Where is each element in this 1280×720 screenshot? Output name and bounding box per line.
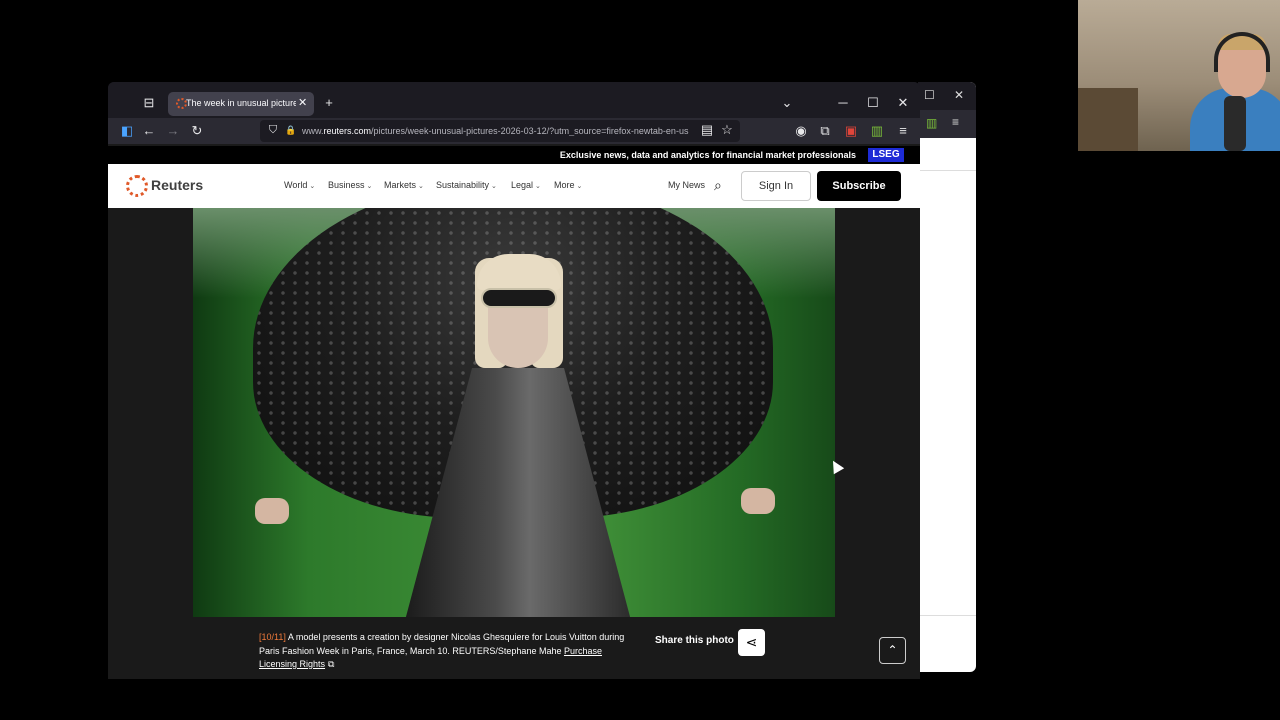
reload-icon[interactable]: ↻ <box>188 123 206 141</box>
tab-groups-icon[interactable]: ⊟ <box>140 95 158 113</box>
background-toolbar: ▥ ≡ <box>918 110 976 138</box>
webcam-overlay <box>1078 0 1280 151</box>
divider <box>918 615 976 616</box>
back-icon[interactable]: ← <box>140 123 158 141</box>
bookmark-star-icon[interactable]: ☆ <box>718 122 736 140</box>
list-tabs-icon[interactable]: ⌄ <box>778 95 796 113</box>
background-titlebar: ☐ ✕ <box>918 82 976 110</box>
nav-world[interactable]: World ⌄ <box>284 180 315 190</box>
caption-index: [10/11] <box>259 632 286 642</box>
gallery-photo[interactable] <box>193 208 835 617</box>
divider <box>918 170 976 171</box>
extensions-icon[interactable]: ⧉ <box>816 123 834 141</box>
tab-title: The week in unusual pictures - R <box>186 98 296 108</box>
lock-icon[interactable]: 🔒 <box>282 122 300 140</box>
nav-markets[interactable]: Markets ⌄ <box>384 180 424 190</box>
photo-hand <box>255 498 289 524</box>
close-icon[interactable]: ✕ <box>954 88 964 102</box>
nav-label: Markets <box>384 180 417 190</box>
lseg-logo[interactable]: LSEG <box>868 148 904 162</box>
share-button[interactable]: ⋖ <box>738 629 765 656</box>
chevron-down-icon: ⌄ <box>535 183 541 190</box>
tab-active[interactable]: The week in unusual pictures - R ✕ <box>168 92 314 116</box>
forward-icon[interactable]: → <box>164 123 182 141</box>
site-logo[interactable]: Reuters <box>151 177 203 193</box>
close-window-icon[interactable]: ✕ <box>894 95 912 113</box>
chevron-down-icon: ⌄ <box>309 183 316 190</box>
account-icon[interactable]: ◉ <box>792 123 810 141</box>
maximize-icon[interactable]: ☐ <box>864 95 882 113</box>
nav-business[interactable]: Business ⌄ <box>328 180 372 190</box>
nav-label: More <box>554 180 575 190</box>
new-tab-button[interactable]: + <box>320 95 338 113</box>
menu-icon[interactable]: ≡ <box>952 115 959 129</box>
site-header: Reuters World ⌄ Business ⌄ Markets ⌄ Sustai… <box>108 164 920 208</box>
external-link-icon[interactable]: ⧉ <box>328 659 334 669</box>
extension-badge-icon[interactable]: ▣ <box>842 123 860 141</box>
nav-label: Legal <box>511 180 534 190</box>
nav-sustainability[interactable]: Sustainability ⌄ <box>436 180 497 190</box>
page-content: Exclusive news, data and analytics for f… <box>108 144 920 679</box>
photo-hand <box>741 488 775 514</box>
minimize-icon[interactable]: ─ <box>834 95 852 113</box>
reuters-logo-icon[interactable] <box>126 175 148 197</box>
maximize-icon[interactable]: ☐ <box>924 88 935 102</box>
sign-in-button[interactable]: Sign In <box>741 171 811 201</box>
url-domain: reuters.com <box>323 126 372 136</box>
my-news-link[interactable]: My News <box>668 180 705 190</box>
sidebar-icon[interactable]: ◧ <box>118 123 136 141</box>
subscribe-button[interactable]: Subscribe <box>817 171 901 201</box>
reader-view-icon[interactable]: ▤ <box>698 122 716 140</box>
tab-close-icon[interactable]: ✕ <box>298 96 307 109</box>
webcam-furniture <box>1078 88 1138 151</box>
search-icon[interactable]: ⌕ <box>714 177 732 195</box>
photo-hair <box>477 254 561 290</box>
nav-legal[interactable]: Legal ⌄ <box>511 180 541 190</box>
extension-icon[interactable]: ▥ <box>926 116 937 130</box>
promo-text[interactable]: Exclusive news, data and analytics for f… <box>560 150 856 160</box>
url-path: /pictures/week-unusual-pictures-2026-03-… <box>371 126 689 136</box>
nav-label: Sustainability <box>436 180 490 190</box>
share-label: Share this photo <box>655 635 734 646</box>
tracking-shield-icon[interactable]: ⛉ <box>264 122 282 140</box>
browser-window: ⊟ The week in unusual pictures - R ✕ + ⌄… <box>108 82 920 679</box>
chevron-down-icon: ⌄ <box>576 183 583 190</box>
url-text[interactable]: www.reuters.com/pictures/week-unusual-pi… <box>302 126 694 136</box>
url-prefix: www. <box>302 126 324 136</box>
photo-caption: [10/11] A model presents a creation by d… <box>259 631 629 672</box>
promo-bar[interactable]: Exclusive news, data and analytics for f… <box>108 146 920 164</box>
photo-sunglasses <box>481 288 557 308</box>
nav-label: World <box>284 180 308 190</box>
chevron-down-icon: ⌄ <box>366 183 373 190</box>
url-bar[interactable]: ⛉ 🔒 www.reuters.com/pictures/week-unusua… <box>260 120 740 142</box>
menu-icon[interactable]: ≡ <box>894 123 912 141</box>
chevron-down-icon: ⌄ <box>491 183 497 190</box>
nav-more[interactable]: More ⌄ <box>554 180 582 190</box>
chevron-down-icon: ⌄ <box>418 183 424 190</box>
nav-label: Business <box>328 180 365 190</box>
background-browser-window[interactable]: ☐ ✕ ▥ ≡ <box>918 82 976 672</box>
navigation-toolbar: ◧ ← → ↻ ⛉ 🔒 www.reuters.com/pictures/wee… <box>108 118 920 144</box>
microphone <box>1224 96 1246 151</box>
extension-meter-icon[interactable]: ▥ <box>868 123 886 141</box>
scroll-to-top-button[interactable]: ⌃ <box>879 637 906 664</box>
